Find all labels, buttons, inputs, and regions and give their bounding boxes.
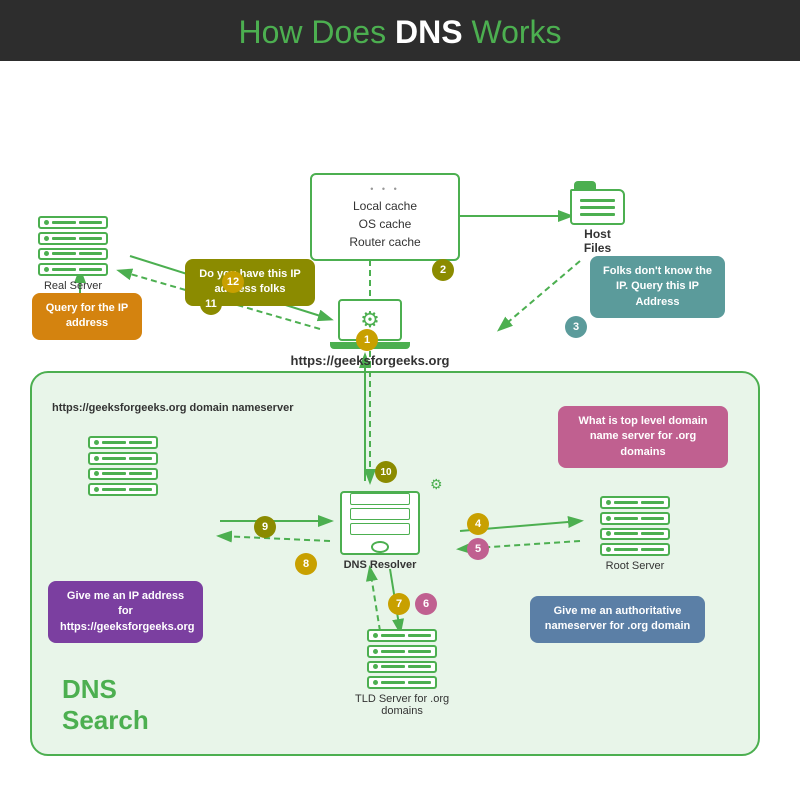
step-6: 6	[415, 593, 437, 615]
dns-resolver: DNS Resolver	[340, 491, 420, 571]
tld-server-label: TLD Server for .org domains	[355, 693, 449, 717]
tld-server-icon	[367, 629, 437, 689]
root-server: Root Server	[600, 496, 670, 572]
laptop-url: https://geeksforgeeks.org	[255, 353, 485, 368]
step-8: 8	[295, 553, 317, 575]
cache-line-2: OS cache	[324, 215, 446, 233]
step-7: 7	[388, 593, 410, 615]
tld-server: TLD Server for .org domains	[355, 629, 449, 717]
step-9: 9	[254, 516, 276, 538]
step-10: 10	[375, 461, 397, 483]
main-container: How Does DNS Works DNS Search	[0, 0, 800, 800]
host-files: HostFiles	[570, 181, 625, 255]
root-server-icon	[600, 496, 670, 556]
header: How Does DNS Works	[0, 0, 800, 61]
give-me-auth-bubble: Give me an authoritative nameserver for …	[530, 596, 705, 643]
step-11: 11	[200, 293, 222, 315]
step-4: 4	[467, 513, 489, 535]
real-server-label: Real Server	[44, 280, 102, 292]
root-server-label: Root Server	[606, 560, 665, 572]
what-is-top-bubble: What is top level domain name server for…	[558, 406, 728, 468]
domain-nameserver	[88, 436, 158, 496]
cache-line-1: Local cache	[324, 197, 446, 215]
step-3: 3	[565, 316, 587, 338]
real-server: Real Server	[38, 216, 108, 292]
small-gear-icon: ⚙	[430, 476, 443, 493]
content-area: DNS Search	[0, 61, 800, 801]
folder-icon	[570, 181, 625, 223]
real-server-icon	[38, 216, 108, 276]
give-me-ip-bubble: Give me an IP address for https://geeksf…	[48, 581, 203, 643]
dns-search-label: DNS Search	[62, 674, 149, 736]
step-12: 12	[222, 271, 244, 293]
step-1: 1	[356, 329, 378, 351]
cache-box: • • • Local cache OS cache Router cache	[310, 173, 460, 261]
dns-resolver-icon	[340, 491, 420, 555]
query-ip-bubble: Query for the IP address	[32, 293, 142, 340]
step-5: 5	[467, 538, 489, 560]
cache-dots: • • •	[324, 183, 446, 197]
host-files-label: HostFiles	[584, 227, 611, 255]
domain-nameserver-label: https://geeksforgeeks.org domain nameser…	[52, 401, 293, 416]
folks-dont-know-bubble: Folks don't know the IP. Query this IP A…	[590, 256, 725, 318]
cache-line-3: Router cache	[324, 233, 446, 251]
page-title: How Does DNS Works	[0, 14, 800, 51]
dns-resolver-label: DNS Resolver	[344, 559, 417, 571]
domain-nameserver-icon	[88, 436, 158, 496]
step-2: 2	[432, 259, 454, 281]
